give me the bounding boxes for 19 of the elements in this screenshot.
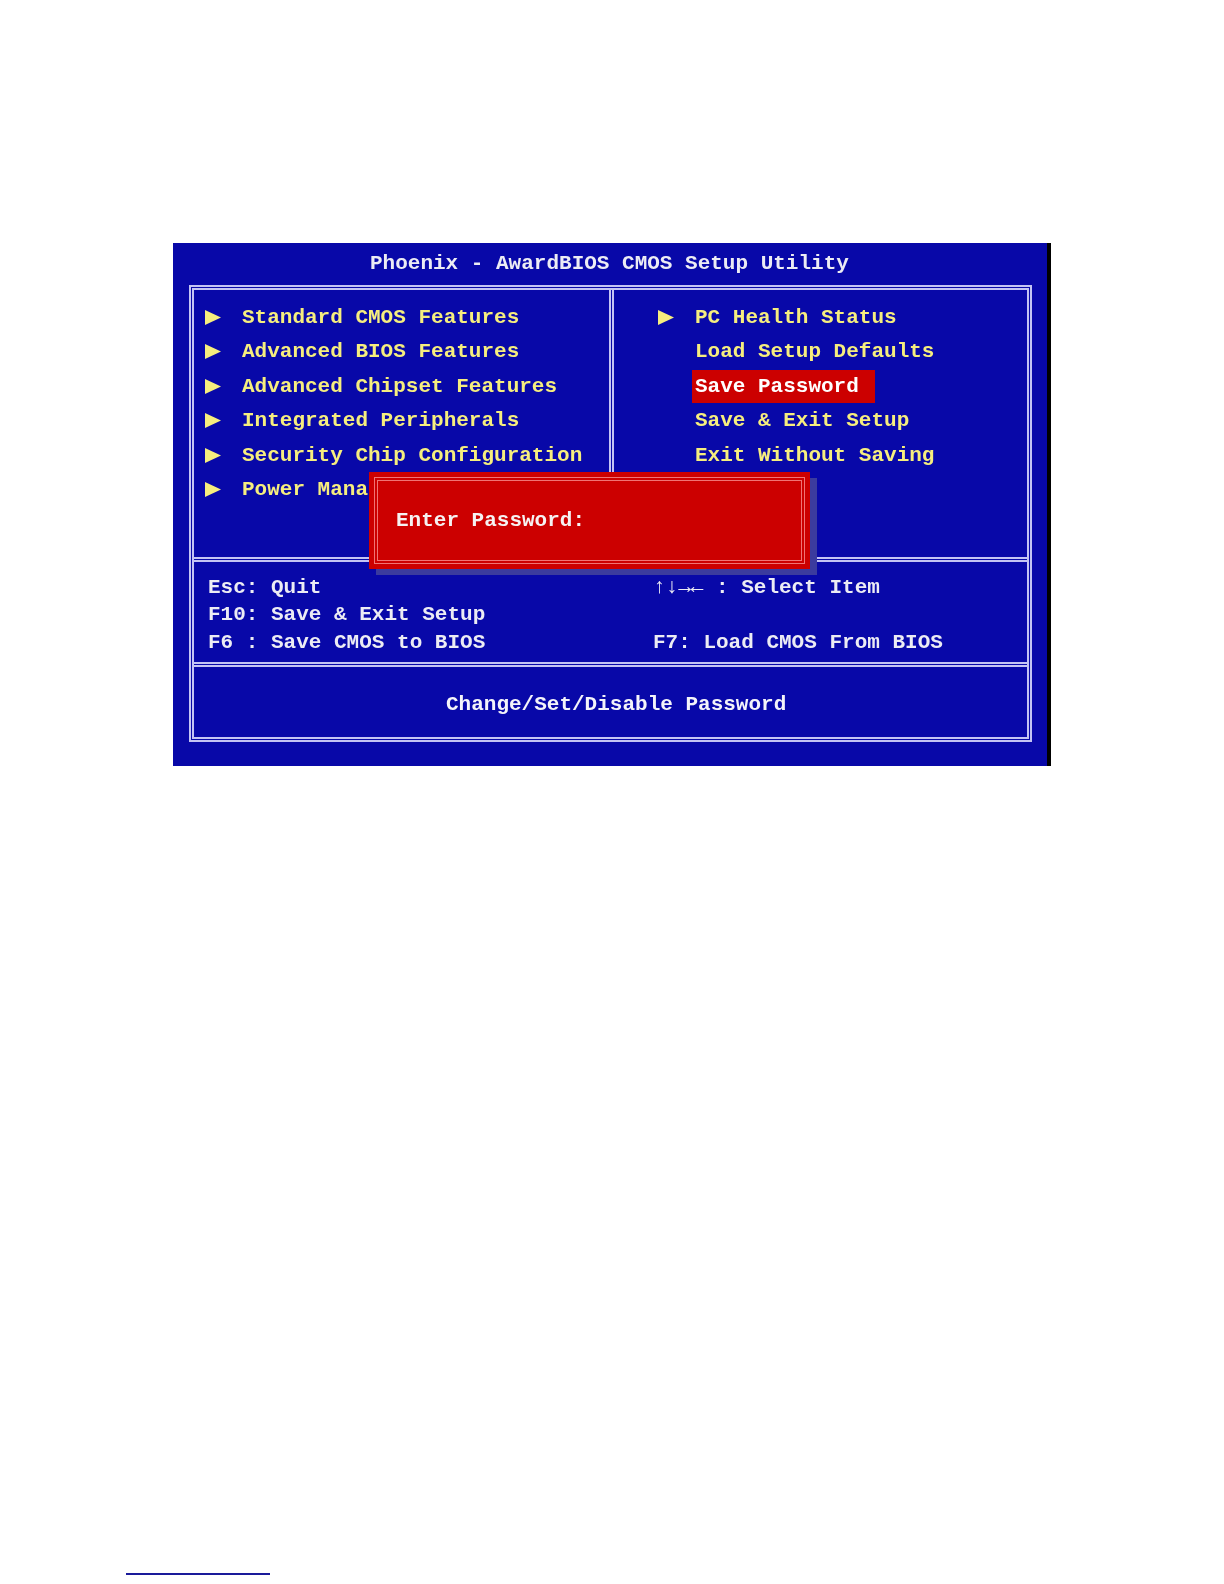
help-text: Change/Set/Disable Password [446, 693, 787, 717]
menu-item[interactable]: PC Health Status [692, 300, 897, 334]
menu-item[interactable]: Advanced Chipset Features [239, 369, 558, 403]
key-hint: F6 : Save CMOS to BIOS [208, 630, 487, 655]
menu-item[interactable]: Save & Exit Setup [692, 404, 910, 438]
menu-item[interactable]: Power Mana [239, 473, 369, 507]
menu-item[interactable]: Save Password [692, 369, 875, 403]
menu-item[interactable]: Security Chip Configuration [239, 438, 583, 472]
key-hint: ↑↓→← : Select Item [653, 575, 881, 600]
key-hint: Esc: Quit [208, 575, 323, 600]
menu-item[interactable]: Integrated Peripherals [239, 404, 520, 438]
key-hint: F10: Save & Exit Setup [208, 603, 487, 628]
menu-item[interactable]: Load Setup Defaults [692, 335, 935, 369]
password-prompt: Enter Password: [396, 509, 586, 532]
key-hint: F7: Load CMOS From BIOS [653, 630, 943, 655]
screen-title: Phoenix - AwardBIOS CMOS Setup Utility [370, 252, 849, 276]
menu-item[interactable]: Exit Without Saving [692, 438, 935, 472]
menu-item[interactable]: Standard CMOS Features [239, 300, 520, 334]
menu-item[interactable]: Advanced BIOS Features [239, 335, 520, 369]
